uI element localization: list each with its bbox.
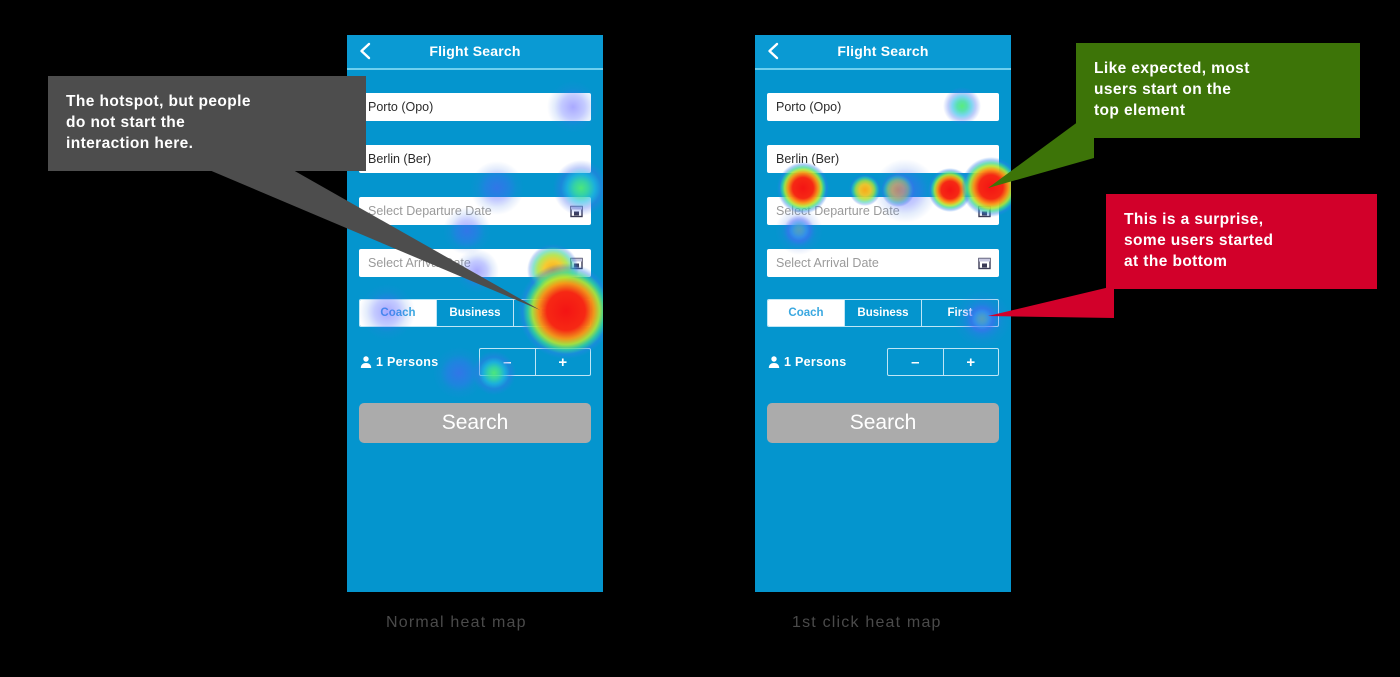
- phone-header: Flight Search: [347, 35, 603, 70]
- destination-value: Berlin (Ber): [776, 152, 840, 166]
- phone-title: Flight Search: [429, 43, 521, 59]
- origin-input[interactable]: Porto (Opo): [359, 93, 591, 121]
- persons-row: 1 Persons – +: [767, 348, 999, 376]
- departure-date-placeholder: Select Departure Date: [776, 204, 900, 218]
- red-callout-pointer: [986, 286, 1116, 336]
- gray-callout: The hotspot, but people do not start the…: [48, 76, 366, 171]
- search-button[interactable]: Search: [359, 403, 591, 443]
- person-icon: [359, 355, 373, 369]
- arrival-date-input[interactable]: Select Arrival Date: [767, 249, 999, 277]
- persons-row: 1 Persons – +: [359, 348, 591, 376]
- calendar-icon[interactable]: [570, 257, 583, 270]
- decrement-button[interactable]: –: [888, 349, 944, 375]
- green-callout: Like expected, most users start on the t…: [1076, 43, 1360, 138]
- origin-value: Porto (Opo): [776, 100, 842, 114]
- caption-normal-heat-map: Normal heat map: [386, 614, 527, 631]
- origin-input[interactable]: Porto (Opo): [767, 93, 999, 121]
- arrival-date-placeholder: Select Arrival Date: [776, 256, 879, 270]
- persons-count-label: 1 Persons: [376, 355, 439, 369]
- phone-body: Porto (Opo) Berlin (Ber) Select Departur…: [755, 93, 1011, 443]
- origin-value: Porto (Opo): [368, 100, 434, 114]
- calendar-icon[interactable]: [978, 257, 991, 270]
- red-callout: This is a surprise, some users started a…: [1106, 194, 1377, 289]
- persons-count-label: 1 Persons: [784, 355, 847, 369]
- persons-stepper[interactable]: – +: [479, 348, 591, 376]
- caption-first-click-heat-map: 1st click heat map: [792, 614, 942, 631]
- phone-mockup-first-click-heat-map: Flight Search Porto (Opo) Berlin (Ber) S…: [755, 35, 1011, 592]
- increment-button[interactable]: +: [944, 349, 999, 375]
- person-icon: [767, 355, 781, 369]
- phone-title: Flight Search: [837, 43, 929, 59]
- persons-stepper[interactable]: – +: [887, 348, 999, 376]
- departure-date-input[interactable]: Select Departure Date: [767, 197, 999, 225]
- calendar-icon[interactable]: [978, 205, 991, 218]
- phone-header: Flight Search: [755, 35, 1011, 70]
- calendar-icon[interactable]: [570, 205, 583, 218]
- decrement-button[interactable]: –: [480, 349, 536, 375]
- search-button[interactable]: Search: [767, 403, 999, 443]
- tab-business[interactable]: Business: [845, 300, 922, 326]
- increment-button[interactable]: +: [536, 349, 591, 375]
- tab-coach[interactable]: Coach: [768, 300, 845, 326]
- cabin-class-segmented-control[interactable]: Coach Business First: [767, 299, 999, 327]
- destination-input[interactable]: Berlin (Ber): [767, 145, 999, 173]
- canvas: Flight Search Porto (Opo) Berlin (Ber) S…: [0, 0, 1400, 677]
